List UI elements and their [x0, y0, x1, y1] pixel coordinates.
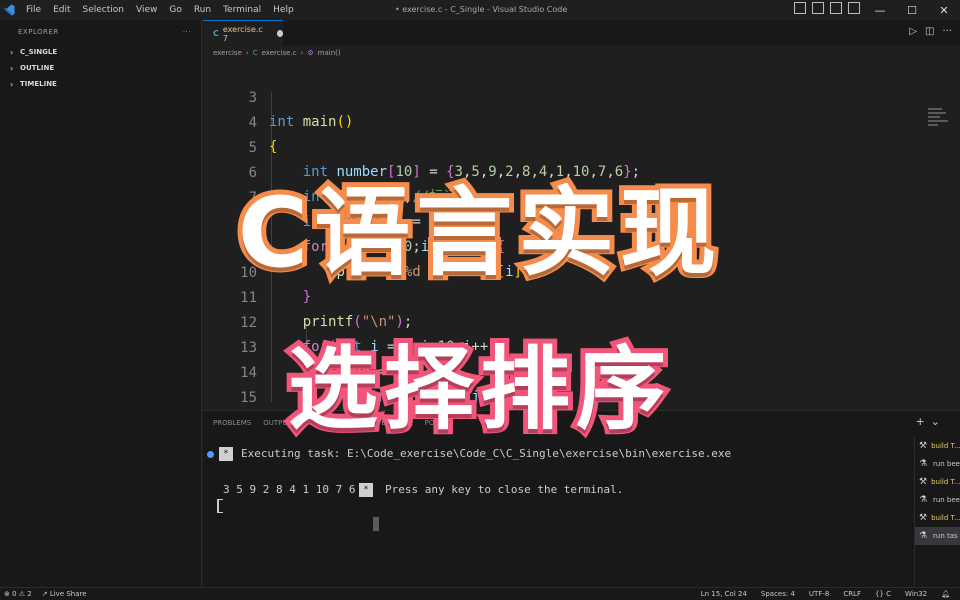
- explorer-sidebar: EXPLORER ··· › C_SINGLE › OUTLINE › TIME…: [6, 20, 202, 587]
- tools-icon: ⚒: [919, 513, 928, 523]
- chevron-right-icon: ›: [10, 47, 14, 57]
- breadcrumb-symbol[interactable]: main(): [318, 49, 341, 57]
- terminal-marker-icon: *: [359, 483, 373, 497]
- overlay-title-line1: C语言实现: [233, 173, 723, 293]
- toggle-sidebar-icon[interactable]: [794, 2, 806, 14]
- editor-tabs: C exercise.c 7 ▷ ◫ ···: [203, 20, 960, 46]
- encoding[interactable]: UTF-8: [809, 590, 829, 598]
- section-timeline[interactable]: › TIMELINE: [6, 76, 201, 92]
- c-file-icon: C: [252, 49, 258, 57]
- section-label: TIMELINE: [20, 80, 57, 88]
- code-line: 6 int flag = 0;//标记: [203, 137, 903, 205]
- executing-task-line: Executing task: E:\Code_exercise\Code_C\…: [241, 447, 732, 460]
- line-ending[interactable]: CRLF: [843, 590, 861, 598]
- menu-go[interactable]: Go: [163, 5, 187, 15]
- terminal-marker-icon: *: [219, 447, 233, 461]
- tab-label: exercise.c 7: [222, 24, 263, 43]
- tab-exercise-c[interactable]: C exercise.c 7: [203, 20, 283, 46]
- terminal-output[interactable]: * Executing task: E:\Code_exercise\Code_…: [203, 439, 903, 579]
- overlay-title-line2: 选择排序: [283, 333, 672, 447]
- menu-selection[interactable]: Selection: [77, 5, 130, 15]
- close-icon[interactable]: ✕: [928, 0, 960, 20]
- task-item[interactable]: ⚒ build T...: [915, 509, 960, 527]
- terminal-cursor: [217, 499, 223, 513]
- breadcrumb-separator: ›: [300, 49, 304, 57]
- menu-bar: File Edit Selection View Go Run Terminal…: [20, 5, 300, 15]
- menu-file[interactable]: File: [20, 5, 47, 15]
- vscode-logo-icon: [2, 3, 16, 17]
- code-line: 3 int main(): [203, 62, 903, 130]
- flask-icon: ⚗: [919, 459, 928, 469]
- indentation[interactable]: Spaces: 4: [761, 590, 795, 598]
- explorer-header: EXPLORER ···: [6, 20, 201, 44]
- language-mode[interactable]: {} C: [875, 590, 891, 598]
- minimap[interactable]: [928, 108, 950, 138]
- notifications-icon[interactable]: 🔔︎: [941, 590, 950, 598]
- function-symbol-icon: ⚙: [307, 49, 314, 57]
- terminal-scrollbar[interactable]: [373, 517, 379, 531]
- maximize-icon[interactable]: ☐: [896, 0, 928, 20]
- press-key-message: Press any key to close the terminal.: [385, 483, 624, 496]
- title-bar: File Edit Selection View Go Run Terminal…: [0, 0, 960, 20]
- menu-help[interactable]: Help: [267, 5, 300, 15]
- section-label: C_SINGLE: [20, 48, 58, 56]
- more-actions-icon[interactable]: ···: [942, 26, 952, 37]
- tools-icon: ⚒: [919, 477, 928, 487]
- code-line: 4 {: [203, 87, 903, 155]
- tools-icon: ⚒: [919, 441, 928, 451]
- menu-run[interactable]: Run: [188, 5, 217, 15]
- task-item[interactable]: ⚗ run bee: [915, 455, 960, 473]
- task-item[interactable]: ⚒ build T...: [915, 473, 960, 491]
- chevron-right-icon: ›: [10, 63, 14, 73]
- flask-icon: ⚗: [919, 531, 928, 541]
- problems-status[interactable]: ⊗ 0 ⚠ 2: [4, 590, 32, 598]
- explorer-title: EXPLORER: [18, 28, 59, 36]
- live-share-status[interactable]: ↗ Live Share: [42, 590, 87, 598]
- menu-edit[interactable]: Edit: [47, 5, 76, 15]
- toggle-secondary-sidebar-icon[interactable]: [830, 2, 842, 14]
- customize-layout-icon[interactable]: [848, 2, 860, 14]
- breadcrumb: exercise › C exercise.c › ⚙ main(): [203, 46, 960, 60]
- window-controls: — ☐ ✕: [864, 0, 960, 20]
- menu-terminal[interactable]: Terminal: [217, 5, 267, 15]
- chevron-right-icon: ›: [10, 79, 14, 89]
- layout-controls: [794, 2, 860, 14]
- more-actions-icon[interactable]: ···: [183, 28, 191, 36]
- live-share-icon: ↗: [41, 590, 50, 598]
- split-editor-icon[interactable]: ◫: [925, 26, 934, 37]
- code-line: 5 int number[10] = {3,5,9,2,8,4,1,10,7,6…: [203, 112, 903, 180]
- breadcrumb-separator: ›: [245, 49, 249, 57]
- breadcrumb-folder[interactable]: exercise: [213, 49, 242, 57]
- editor-actions: ▷ ◫ ···: [909, 26, 952, 37]
- task-status-icon: [207, 451, 214, 458]
- task-item[interactable]: ⚗ run tas: [915, 527, 960, 545]
- task-item[interactable]: ⚗ run bee: [915, 491, 960, 509]
- section-label: OUTLINE: [20, 64, 55, 72]
- run-debug-icon[interactable]: ▷: [909, 26, 917, 37]
- c-file-icon: C: [213, 29, 219, 38]
- code-line: 12 for(int i = 0;i<10;i++){: [203, 287, 903, 355]
- platform[interactable]: Win32: [905, 590, 927, 598]
- code-line: 13 flag = i;: [203, 312, 903, 380]
- section-c-single[interactable]: › C_SINGLE: [6, 44, 201, 60]
- menu-view[interactable]: View: [130, 5, 163, 15]
- flask-icon: ⚗: [919, 495, 928, 505]
- unsaved-dot-icon[interactable]: [276, 30, 283, 37]
- breadcrumb-file[interactable]: exercise.c: [262, 49, 297, 57]
- section-outline[interactable]: › OUTLINE: [6, 60, 201, 76]
- minimize-icon[interactable]: —: [864, 0, 896, 20]
- toggle-panel-icon[interactable]: [812, 2, 824, 14]
- status-bar: ⊗ 0 ⚠ 2 ↗ Live Share Ln 15, Col 24 Space…: [0, 587, 960, 600]
- terminal-task-list: ⚒ build T... ⚗ run bee ⚒ build T... ⚗ ru…: [914, 437, 960, 587]
- cursor-position[interactable]: Ln 15, Col 24: [701, 590, 747, 598]
- window-title: • exercise.c - C_Single - Visual Studio …: [395, 5, 568, 14]
- program-output: 3 5 9 2 8 4 1 10 7 6: [223, 483, 356, 496]
